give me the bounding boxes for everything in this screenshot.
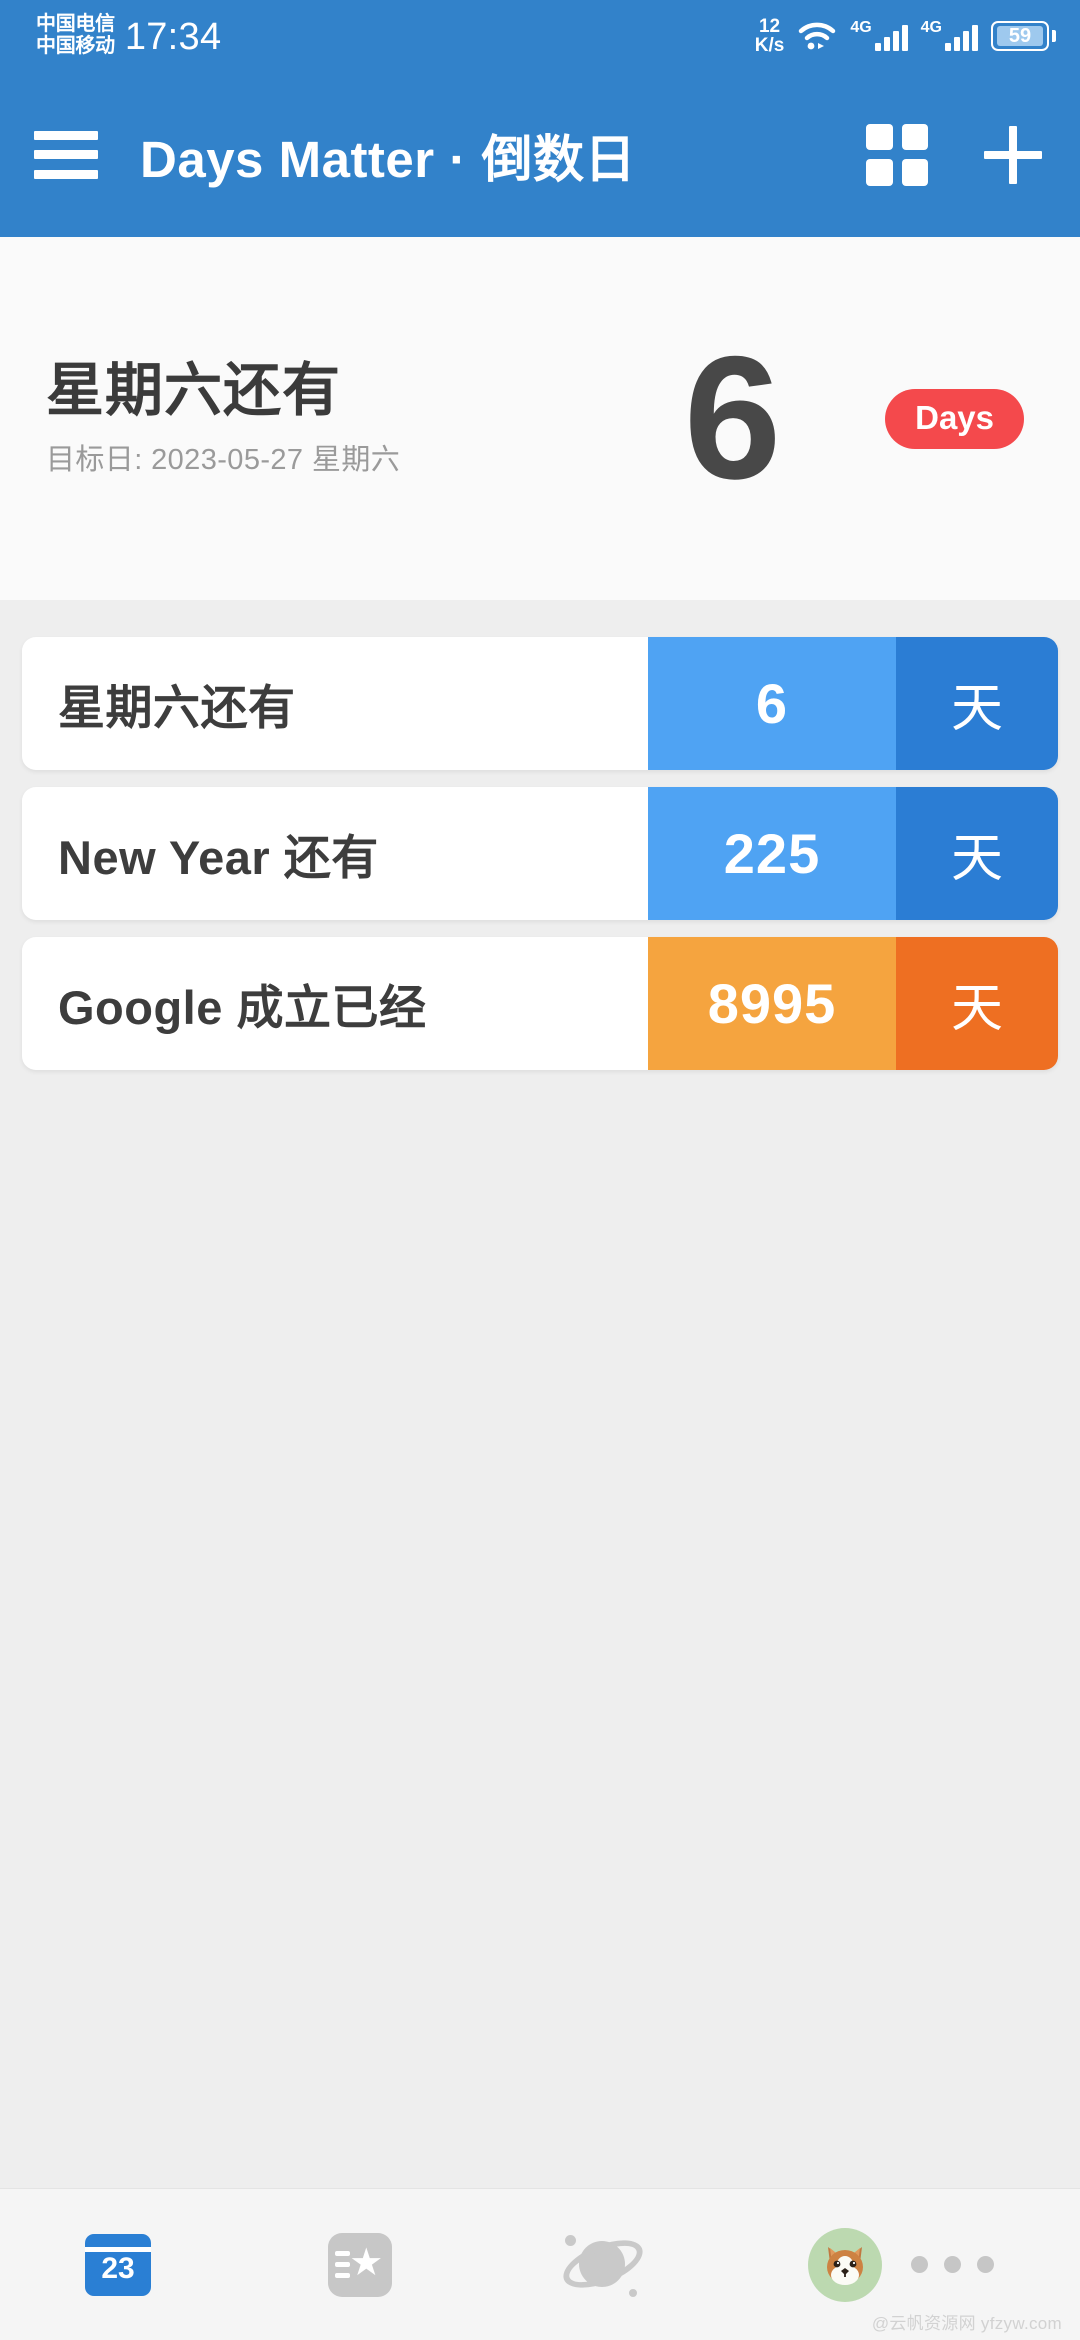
row-day-count: 8995 <box>648 937 896 1070</box>
watermark-text: @云帆资源网 yfzyw.com <box>871 2314 1062 2333</box>
signal-bars-icon-2 <box>945 21 978 51</box>
dog-avatar-icon <box>807 2227 882 2302</box>
battery-level-text: 59 <box>997 25 1043 47</box>
signal-indicator-sim1: 4G <box>850 19 908 51</box>
nav-item-discover[interactable] <box>537 2230 669 2299</box>
dot <box>944 2256 961 2273</box>
wifi-icon <box>797 21 837 51</box>
app-title: Days Matter · 倒数日 <box>140 130 636 188</box>
featured-day-number: 6 <box>683 320 781 516</box>
row-title: New Year 还有 <box>22 787 648 920</box>
star-card-icon: ★ <box>328 2232 393 2297</box>
planet-dot-tiny <box>628 2288 637 2297</box>
hamburger-line <box>34 169 98 179</box>
status-bar-clock: 17:34 <box>124 15 222 58</box>
more-dots-icon[interactable] <box>911 2256 994 2273</box>
dot <box>977 2256 994 2273</box>
table-row[interactable]: Google 成立已经 8995 天 <box>22 937 1058 1070</box>
signal-bars-icon-1 <box>874 21 908 51</box>
row-unit-label: 天 <box>896 787 1058 920</box>
app-screen: 中国电信 中国移动 17:34 12 K/s 4G 4G 59 Days Mat… <box>0 0 1080 2340</box>
grid-cell <box>866 123 893 150</box>
row-title: 星期六还有 <box>22 637 648 770</box>
nav-item-collections[interactable]: ★ <box>294 2232 426 2297</box>
dot <box>911 2256 928 2273</box>
calendar-day-number: 23 <box>101 2251 135 2285</box>
network-speed-value: 12 <box>758 16 781 37</box>
featured-countdown-card[interactable]: 星期六还有 目标日: 2023-05-27 星期六 6 Days <box>0 237 1080 600</box>
hamburger-line <box>34 150 98 159</box>
grid-cell <box>866 159 893 186</box>
planet-dot-small <box>564 2234 576 2246</box>
status-bar-left: 中国电信 中国移动 17:34 <box>36 14 221 59</box>
row-unit-label: 天 <box>896 937 1058 1070</box>
signal-network-label-2: 4G <box>920 19 942 36</box>
featured-title: 星期六还有 <box>46 357 342 423</box>
carrier-secondary: 中国移动 <box>36 35 115 57</box>
nav-item-profile[interactable] <box>779 2227 911 2302</box>
network-speed-indicator: 12 K/s <box>755 17 785 55</box>
calendar-icon: 23 <box>85 2233 151 2296</box>
table-row[interactable]: 星期六还有 6 天 <box>22 637 1058 770</box>
carrier-primary: 中国电信 <box>36 13 115 36</box>
planet-icon <box>556 2230 649 2299</box>
featured-days-badge: Days <box>885 388 1024 449</box>
signal-indicator-sim2: 4G <box>920 19 978 51</box>
plus-add-icon[interactable] <box>980 122 1046 188</box>
grid-cell <box>901 159 928 186</box>
featured-text-block: 星期六还有 目标日: 2023-05-27 星期六 <box>46 357 606 479</box>
row-day-count: 6 <box>648 637 896 770</box>
star-glyph: ★ <box>349 2242 384 2284</box>
grid-view-icon[interactable] <box>866 123 928 186</box>
nav-item-calendar[interactable]: 23 <box>52 2233 184 2296</box>
star-card-lines <box>335 2250 351 2278</box>
network-speed-unit: K/s <box>754 35 785 56</box>
carrier-names: 中国电信 中国移动 <box>36 14 115 57</box>
grid-cell <box>901 123 928 150</box>
row-title: Google 成立已经 <box>22 937 648 1070</box>
table-row[interactable]: New Year 还有 225 天 <box>22 787 1058 920</box>
battery-icon: 59 <box>991 21 1056 51</box>
battery-cap <box>1052 30 1056 42</box>
countdown-list: 星期六还有 6 天 New Year 还有 225 天 Google 成立已经 … <box>0 637 1080 1087</box>
row-unit-label: 天 <box>896 637 1058 770</box>
status-bar-right: 12 K/s 4G 4G 59 <box>755 17 1056 55</box>
battery-body: 59 <box>991 21 1049 51</box>
hamburger-line <box>34 130 98 140</box>
signal-network-label-1: 4G <box>850 19 872 36</box>
featured-target-date: 目标日: 2023-05-27 星期六 <box>46 444 401 477</box>
status-bar: 中国电信 中国移动 17:34 12 K/s 4G 4G 59 <box>0 0 1080 72</box>
hamburger-menu-icon[interactable] <box>34 130 98 179</box>
row-day-count: 225 <box>648 787 896 920</box>
app-bar: Days Matter · 倒数日 <box>0 72 1080 237</box>
